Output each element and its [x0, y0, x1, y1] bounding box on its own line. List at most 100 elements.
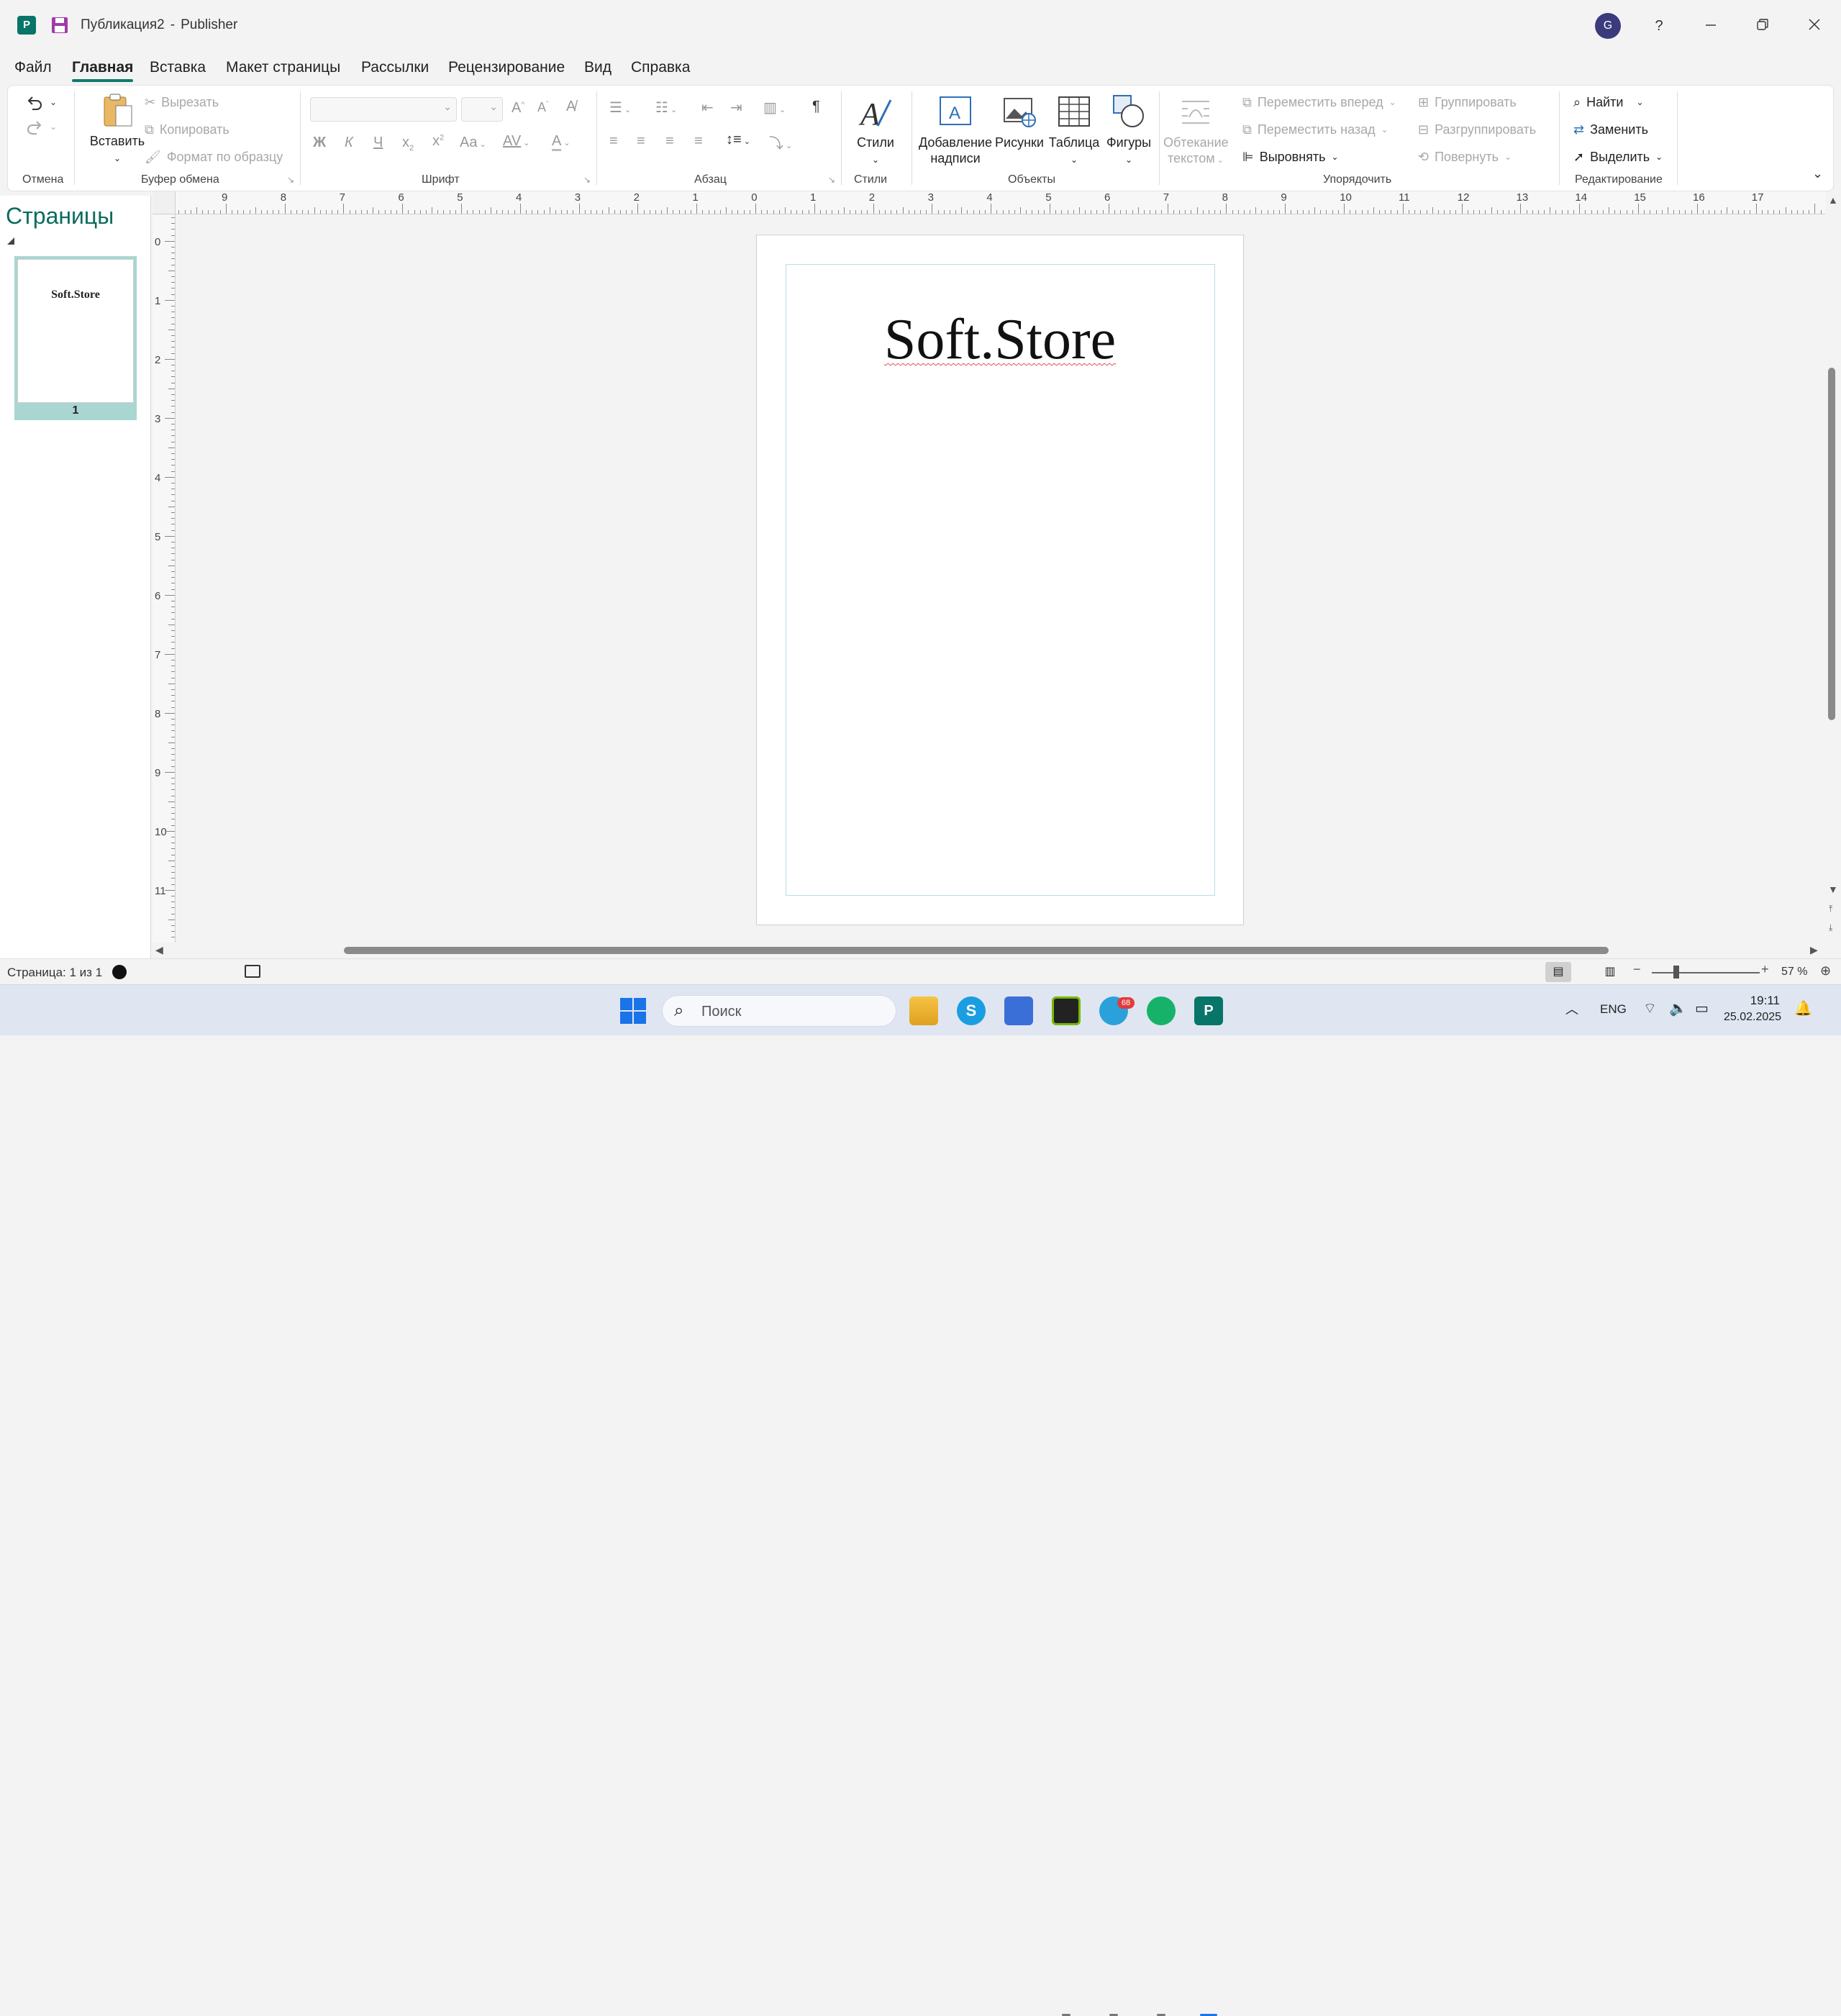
italic-button[interactable]: К [345, 135, 353, 151]
tab-home[interactable]: Главная [72, 59, 134, 82]
undo-button[interactable]: ⌄ [25, 91, 57, 113]
align-center-icon[interactable]: ≡ [637, 133, 645, 150]
scroll-down-icon[interactable]: ▼ [1828, 884, 1838, 895]
document-canvas[interactable]: Soft.Store [176, 215, 1825, 943]
single-page-view-button[interactable]: ▤ [1545, 962, 1571, 982]
zoom-slider-knob[interactable] [1673, 966, 1679, 979]
shrink-font-icon[interactable]: Aˇ [537, 100, 548, 115]
next-page-icon[interactable]: ⤓ [1829, 922, 1832, 933]
paste-button[interactable]: Вставить ⌄ [83, 91, 152, 166]
battery-icon[interactable]: ▭ [1695, 999, 1709, 1017]
vertical-ruler[interactable]: 0 1 2 3 4 5 6 7 8 9 10 11 [153, 214, 176, 943]
input-language[interactable]: ENG [1600, 1002, 1627, 1017]
tab-insert[interactable]: Вставка [150, 59, 206, 76]
scroll-up-icon[interactable]: ▲ [1828, 194, 1838, 206]
increase-indent-icon[interactable]: ⇥ [730, 99, 742, 117]
tab-file[interactable]: Файл [14, 59, 52, 76]
change-case-button[interactable]: Aa ⌄ [460, 135, 486, 151]
grow-font-icon[interactable]: A^ [512, 100, 524, 117]
collapse-ribbon-icon[interactable]: ⌄ [1812, 166, 1823, 181]
columns-icon[interactable]: ▥ ⌄ [763, 99, 786, 117]
windows-start-icon[interactable] [620, 998, 646, 1024]
file-explorer-icon[interactable] [909, 996, 938, 1025]
superscript-icon[interactable]: x2 [432, 133, 444, 150]
horizontal-scroll-thumb[interactable] [344, 947, 1609, 954]
volume-icon[interactable]: 🔈 [1669, 999, 1687, 1017]
fit-page-icon[interactable]: ⊕ [1820, 963, 1831, 979]
zoom-in-icon[interactable]: + [1761, 962, 1769, 977]
format-painter-button[interactable]: 🖌 Формат по образцу [145, 146, 283, 168]
tab-view[interactable]: Вид [584, 59, 612, 76]
close-button[interactable] [1800, 12, 1829, 40]
previous-page-icon[interactable]: ⤒ [1829, 904, 1832, 914]
underline-button[interactable]: Ч [373, 135, 383, 151]
align-button[interactable]: ⊫ Выровнять ⌄ [1242, 146, 1339, 168]
copy-button[interactable]: ⧉ Копировать [145, 119, 229, 140]
bring-forward-button[interactable]: ⧉ Переместить вперед ⌄ [1242, 91, 1396, 113]
tab-help[interactable]: Справка [631, 59, 690, 76]
ungroup-button[interactable]: ⊟ Разгруппировать [1418, 119, 1536, 140]
styles-button[interactable]: A Стили ⌄ [847, 93, 904, 168]
subscript-icon[interactable]: x2 [402, 135, 414, 153]
zoom-slider-track[interactable] [1652, 972, 1760, 973]
draw-textbox-button[interactable]: A Добавление надписи [916, 93, 995, 166]
map-pin-app-icon[interactable] [1147, 996, 1176, 1025]
bold-button[interactable]: Ж [313, 135, 326, 151]
tab-mailings[interactable]: Рассылки [361, 59, 429, 76]
paragraph-spacing-icon[interactable]: ⤵ ⌄ [769, 132, 792, 153]
taskbar-search[interactable]: ⌕ Поиск [662, 995, 896, 1027]
show-hidden-icons-icon[interactable]: ︿ [1565, 999, 1578, 1018]
save-icon[interactable] [50, 16, 69, 35]
dialog-launcher-icon[interactable]: ↘ [583, 175, 591, 185]
minimize-button[interactable] [1696, 12, 1725, 40]
page-title-text[interactable]: Soft.Store [757, 307, 1243, 373]
clear-formatting-icon[interactable]: A̸ [566, 99, 576, 115]
tab-review[interactable]: Рецензирование [448, 59, 565, 76]
clock-date[interactable]: 25.02.2025 [1724, 1011, 1781, 1024]
cut-button[interactable]: ✂ Вырезать [145, 91, 219, 113]
align-left-icon[interactable]: ≡ [609, 133, 618, 150]
dialog-launcher-icon[interactable]: ↘ [828, 175, 835, 185]
numbering-icon[interactable]: ☷ ⌄ [655, 99, 677, 117]
line-spacing-icon[interactable]: ↕≡ ⌄ [726, 132, 750, 148]
character-spacing-button[interactable]: AV ⌄ [503, 133, 529, 150]
microsoft-store-icon[interactable] [1004, 996, 1033, 1025]
help-button[interactable]: ? [1645, 12, 1673, 40]
clock-time[interactable]: 19:11 [1734, 994, 1780, 1008]
table-button[interactable]: Таблица ⌄ [1045, 93, 1103, 168]
page-count[interactable]: Страница: 1 из 1 [7, 966, 102, 980]
pictures-button[interactable]: Рисунки [992, 93, 1047, 150]
publication-page[interactable]: Soft.Store [756, 235, 1244, 925]
notifications-icon[interactable]: 🔔 [1794, 999, 1812, 1017]
redo-button[interactable]: ⌄ [25, 116, 57, 137]
show-paragraph-marks-button[interactable]: ¶ [812, 99, 820, 115]
vertical-scrollbar[interactable]: ▲ ▼ ⤒ ⤓ [1825, 191, 1841, 944]
page-thumbnail[interactable]: Soft.Store 1 [14, 256, 137, 420]
horizontal-ruler[interactable]: 9 8 7 6 5 4 3 2 1 0 1 2 3 4 5 6 7 8 9 10 11 12 13 14 15 16 17 [153, 191, 1825, 214]
scroll-left-icon[interactable]: ◀ [155, 944, 163, 956]
replace-button[interactable]: ⇄ Заменить [1573, 119, 1648, 140]
publisher-taskbar-icon[interactable]: P [1194, 996, 1223, 1025]
zoom-level[interactable]: 57 % [1781, 966, 1807, 979]
zoom-out-icon[interactable]: − [1633, 962, 1641, 977]
send-backward-button[interactable]: ⧉ Переместить назад ⌄ [1242, 119, 1388, 140]
skype-icon[interactable]: S [957, 996, 986, 1025]
align-right-icon[interactable]: ≡ [665, 133, 674, 150]
two-page-view-button[interactable]: ▥ [1597, 962, 1623, 982]
find-button[interactable]: ⌕ Найти ⌄ [1573, 91, 1644, 113]
font-color-button[interactable]: A ⌄ [552, 133, 571, 151]
wifi-icon[interactable]: ⌔ [1643, 999, 1657, 1017]
vertical-scroll-thumb[interactable] [1828, 368, 1835, 720]
select-button[interactable]: ➚ Выделить ⌄ [1573, 146, 1663, 168]
nvidia-icon[interactable] [1052, 996, 1081, 1025]
font-size-combo[interactable]: ⌄ [461, 97, 503, 122]
shapes-button[interactable]: Фигуры ⌄ [1100, 93, 1158, 168]
horizontal-scrollbar[interactable]: ◀ ▶ [153, 943, 1825, 958]
scroll-right-icon[interactable]: ▶ [1810, 944, 1818, 956]
bullets-icon[interactable]: ☰ ⌄ [609, 99, 631, 117]
record-macro-icon[interactable] [112, 965, 127, 979]
justify-icon[interactable]: ≡ [694, 133, 703, 150]
tab-page-design[interactable]: Макет страницы [226, 59, 340, 76]
font-name-combo[interactable]: ⌄ [310, 97, 457, 122]
wrap-text-button[interactable]: Обтекание текстом ⌄ [1163, 93, 1229, 168]
